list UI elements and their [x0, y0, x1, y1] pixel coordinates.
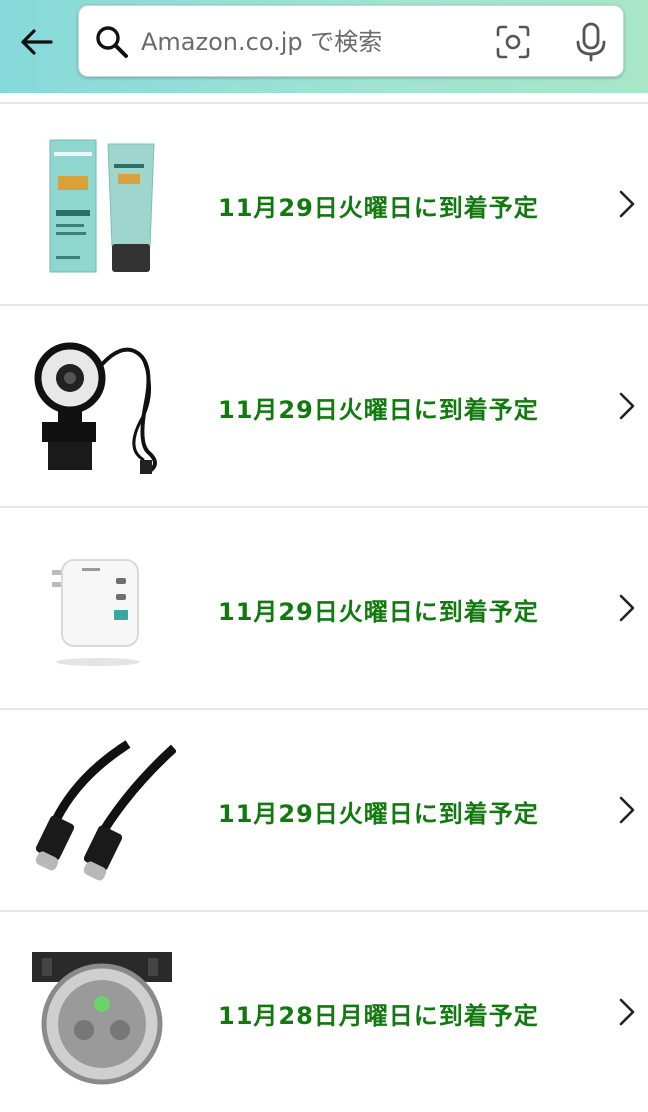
top-bar [0, 0, 648, 93]
usb-c-cable-product-image [35, 740, 176, 881]
chevron-right-icon[interactable] [616, 592, 638, 624]
chevron-right-icon[interactable] [616, 794, 638, 826]
back-button[interactable] [14, 22, 58, 62]
microphone-icon[interactable] [573, 22, 609, 62]
webcam-ring-light-product-image [34, 342, 157, 474]
usb-charger-product-image [52, 559, 140, 666]
list-item[interactable]: 11月29日火曜日に到着予定 [0, 506, 648, 708]
delivery-date-label: 11月29日火曜日に到着予定 [218, 800, 539, 828]
delivery-date-label: 11月29日火曜日に到着予定 [218, 598, 539, 626]
chevron-right-icon[interactable] [616, 996, 638, 1028]
list-item[interactable]: 11月29日火曜日に到着予定 [0, 708, 648, 910]
list-item[interactable]: 11月29日火曜日に到着予定 [0, 102, 648, 304]
delivery-date-label: 11月29日火曜日に到着予定 [218, 396, 539, 424]
arrow-left-icon [21, 29, 53, 55]
chevron-right-icon[interactable] [616, 390, 638, 422]
search-input[interactable] [141, 20, 471, 64]
delivery-date-label: 11月29日火曜日に到着予定 [218, 194, 539, 222]
smartwatch-product-image [32, 952, 172, 1085]
skincare-cream-product-image [49, 139, 155, 273]
delivery-list: 11月29日火曜日に到着予定 11月29日火曜日に到着予定 11月29日火曜日に… [0, 102, 648, 1112]
search-icon [96, 26, 128, 58]
search-bar[interactable] [78, 5, 624, 77]
delivery-date-label: 11月28日月曜日に到着予定 [218, 1002, 539, 1030]
chevron-right-icon[interactable] [616, 188, 638, 220]
list-item[interactable]: 11月29日火曜日に到着予定 [0, 304, 648, 506]
list-item[interactable]: 11月28日月曜日に到着予定 [0, 910, 648, 1112]
camera-scan-icon[interactable] [495, 24, 531, 60]
